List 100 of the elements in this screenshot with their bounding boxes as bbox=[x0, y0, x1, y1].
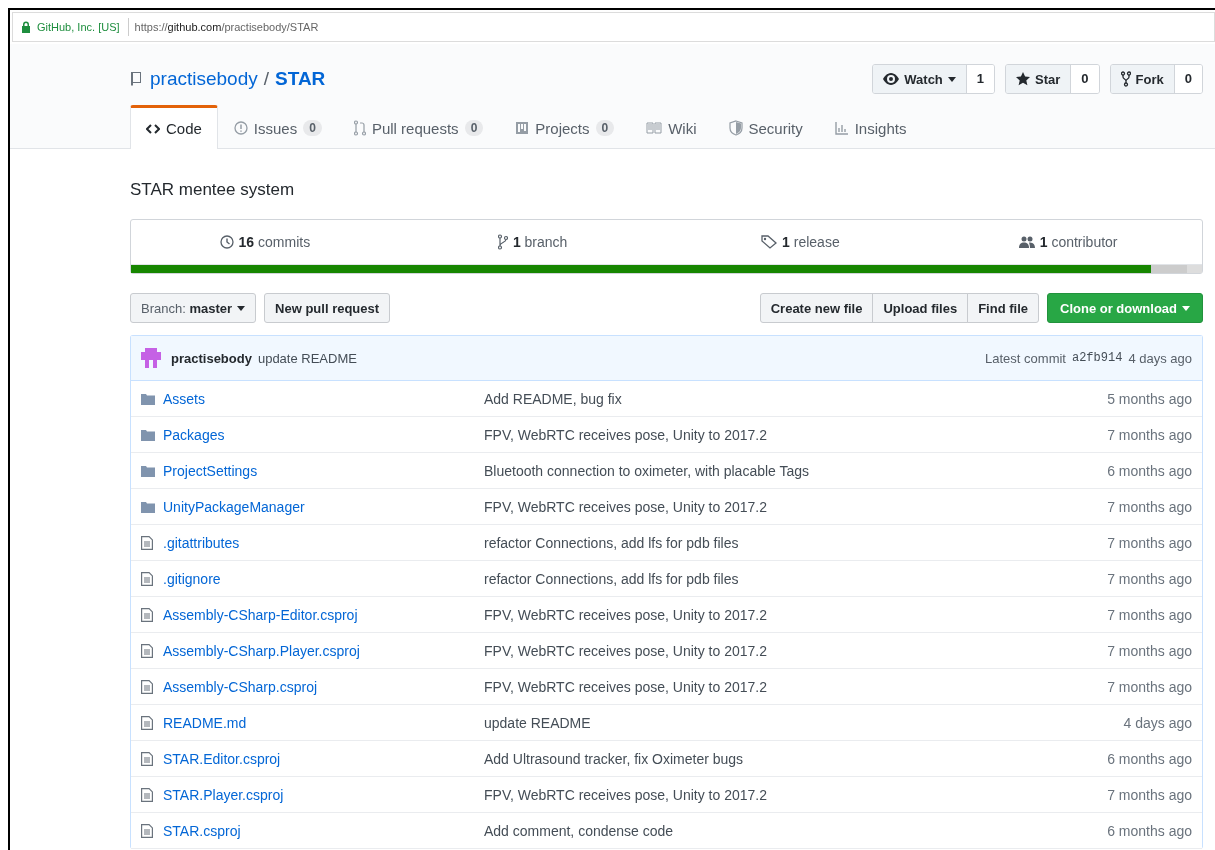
latest-commit-label: Latest commit bbox=[985, 350, 1066, 366]
repo-tab[interactable]: Issues 0 bbox=[217, 105, 338, 148]
file-name-link[interactable]: STAR.csproj bbox=[163, 822, 241, 839]
folder-icon bbox=[141, 464, 155, 477]
summary-link[interactable]: 1 contributor bbox=[934, 220, 1202, 264]
commit-age: 7 months ago bbox=[1107, 606, 1192, 623]
bar-chart-icon bbox=[834, 121, 849, 135]
commit-age: 7 months ago bbox=[1107, 570, 1192, 587]
board-icon bbox=[515, 121, 530, 135]
repo-tab[interactable]: Code bbox=[130, 105, 218, 149]
commit-age: 6 months ago bbox=[1107, 462, 1192, 479]
commit-message-link[interactable]: FPV, WebRTC receives pose, Unity to 2017.2 bbox=[484, 426, 767, 443]
commit-age: 7 months ago bbox=[1107, 678, 1192, 695]
count-link[interactable]: 0 bbox=[1174, 65, 1202, 93]
commit-age: 4 days ago bbox=[1123, 714, 1192, 731]
star-button[interactable]: Star bbox=[1006, 65, 1072, 93]
file-icon bbox=[141, 535, 153, 550]
commit-message-link[interactable]: FPV, WebRTC receives pose, Unity to 2017.2 bbox=[484, 642, 767, 659]
eye-icon bbox=[883, 73, 900, 85]
commit-age: 7 months ago bbox=[1107, 786, 1192, 803]
summary-link[interactable]: 16 commits bbox=[131, 220, 399, 264]
pull-request-icon bbox=[353, 120, 366, 136]
file-icon bbox=[141, 751, 153, 766]
commit-message-link[interactable]: FPV, WebRTC receives pose, Unity to 2017.2 bbox=[484, 606, 767, 623]
code-icon bbox=[146, 123, 160, 134]
history-icon bbox=[219, 235, 234, 249]
file-name-link[interactable]: ProjectSettings bbox=[163, 462, 258, 479]
repo-tab[interactable]: Insights bbox=[818, 105, 923, 148]
folder-icon bbox=[141, 392, 155, 405]
folder-icon bbox=[141, 500, 155, 513]
count-link[interactable]: 1 bbox=[966, 65, 995, 93]
commit-message-link[interactable]: FPV, WebRTC receives pose, Unity to 2017.2 bbox=[484, 678, 767, 695]
file-name-link[interactable]: .gitattributes bbox=[163, 534, 240, 551]
file-name-link[interactable]: Assets bbox=[163, 390, 205, 407]
file-name-link[interactable]: Assembly-CSharp-Editor.csproj bbox=[163, 606, 358, 623]
avatar-icon bbox=[141, 348, 161, 368]
commit-message-link[interactable]: Add Ultrasound tracker, fix Oximeter bugs bbox=[484, 750, 744, 767]
file-name-link[interactable]: Packages bbox=[163, 426, 225, 443]
fork-button[interactable]: Fork bbox=[1110, 65, 1175, 93]
commit-age: 6 months ago bbox=[1107, 822, 1192, 839]
commit-sha-link[interactable]: a2fb914 bbox=[1071, 351, 1123, 365]
file-name-link[interactable]: .gitignore bbox=[163, 570, 221, 587]
repo-tab[interactable]: Wiki bbox=[630, 105, 713, 148]
repo-description: STAR mentee system bbox=[130, 180, 296, 200]
caret-icon bbox=[947, 76, 956, 82]
new-pull-request-button[interactable]: New pull request bbox=[264, 293, 391, 323]
file-action-button[interactable]: Upload files bbox=[872, 293, 969, 323]
count-link[interactable]: 0 bbox=[1071, 65, 1099, 93]
address-bar[interactable]: GitHub, Inc. [US] https://github.com/practisebody/STAR bbox=[12, 12, 1215, 42]
file-icon bbox=[141, 715, 153, 730]
commit-age: 7 months ago bbox=[1107, 642, 1192, 659]
file-icon bbox=[141, 643, 153, 658]
commit-message-link[interactable]: refactor Connections, add lfs for pdb files bbox=[484, 570, 739, 587]
people-icon bbox=[1018, 236, 1035, 248]
site-identity: GitHub, Inc. [US] bbox=[37, 18, 129, 36]
commit-author-link[interactable]: practisebody bbox=[171, 350, 252, 366]
exclamation-circle-icon bbox=[233, 121, 248, 135]
repo-tab[interactable]: Pull requests 0 bbox=[337, 105, 500, 148]
summary-link[interactable]: 1 branch bbox=[398, 220, 667, 264]
commit-age: 7 months ago bbox=[1107, 534, 1192, 551]
file-name-link[interactable]: Assembly-CSharp.Player.csproj bbox=[163, 642, 360, 659]
watch-button[interactable]: Watch bbox=[873, 65, 967, 93]
commit-message-link[interactable]: Add README, bug fix bbox=[484, 390, 622, 407]
file-name-link[interactable]: STAR.Editor.csproj bbox=[163, 750, 281, 767]
file-icon bbox=[141, 787, 153, 802]
caret-icon bbox=[237, 305, 246, 311]
file-name-link[interactable]: Assembly-CSharp.csproj bbox=[163, 678, 318, 695]
shield-icon bbox=[728, 120, 743, 136]
commit-age: 4 days ago bbox=[1128, 350, 1192, 366]
repo-tab[interactable]: Security bbox=[712, 105, 819, 148]
repo-owner-link[interactable]: practisebody bbox=[150, 68, 258, 90]
commit-message-link[interactable]: Bluetooth connection to oximeter, with placable Tags bbox=[484, 462, 810, 479]
commit-message-link[interactable]: FPV, WebRTC receives pose, Unity to 2017.2 bbox=[484, 786, 767, 803]
path-separator: / bbox=[263, 68, 269, 90]
folder-icon bbox=[141, 428, 155, 441]
summary-link[interactable]: 1 release bbox=[666, 220, 935, 264]
file-icon bbox=[141, 571, 153, 586]
repo-name-link[interactable]: STAR bbox=[275, 68, 326, 90]
file-name-link[interactable]: STAR.Player.csproj bbox=[163, 786, 284, 803]
star-icon bbox=[1016, 72, 1031, 86]
branch-icon bbox=[497, 234, 508, 250]
commit-message-link[interactable]: refactor Connections, add lfs for pdb files bbox=[484, 534, 739, 551]
file-name-link[interactable]: UnityPackageManager bbox=[163, 498, 305, 515]
url-text: https://github.com/practisebody/STAR bbox=[134, 21, 319, 33]
file-icon bbox=[141, 823, 153, 838]
commit-message-link[interactable]: update README bbox=[484, 714, 591, 731]
commit-message-link[interactable]: FPV, WebRTC receives pose, Unity to 2017.2 bbox=[484, 498, 767, 515]
file-name-link[interactable]: README.md bbox=[163, 714, 247, 731]
commit-message-link[interactable]: update README bbox=[257, 350, 357, 366]
file-icon bbox=[141, 607, 153, 622]
file-icon bbox=[141, 679, 153, 694]
file-action-button[interactable]: Create new file bbox=[759, 293, 874, 323]
commit-age: 5 months ago bbox=[1107, 390, 1192, 407]
commit-message-link[interactable]: Add comment, condense code bbox=[484, 822, 674, 839]
repo-tab[interactable]: Projects 0 bbox=[499, 105, 631, 148]
file-action-button[interactable]: Find file bbox=[967, 293, 1039, 323]
branch-select-button[interactable]: Branch: master bbox=[130, 293, 257, 323]
commit-age: 7 months ago bbox=[1107, 498, 1192, 515]
lock-icon bbox=[21, 21, 31, 33]
tag-icon bbox=[761, 235, 778, 249]
